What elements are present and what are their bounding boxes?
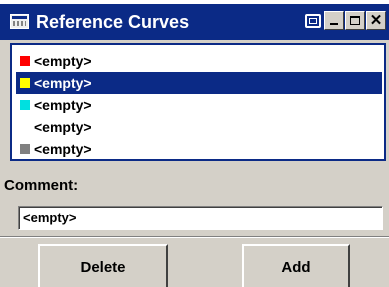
curve-label: <empty>: [34, 119, 92, 135]
list-item-curve-5[interactable]: <empty>: [16, 138, 382, 160]
list-item-curve-1[interactable]: <empty>: [16, 50, 382, 72]
delete-button[interactable]: Delete: [38, 244, 168, 287]
print-button[interactable]: [303, 11, 323, 30]
curve-label: <empty>: [34, 141, 92, 157]
list-item-curve-3[interactable]: <empty>: [16, 94, 382, 116]
curve-color-swatch: [20, 144, 30, 154]
list-item-curve-2[interactable]: <empty>: [16, 72, 382, 94]
printer-icon: [305, 13, 321, 28]
reference-curves-window: Reference Curves ✕ <empty> <empty> <empt…: [0, 4, 389, 287]
maximize-button[interactable]: [345, 11, 365, 30]
comment-field[interactable]: <empty>: [18, 206, 383, 230]
curve-label: <empty>: [34, 75, 92, 91]
app-window-icon: [10, 14, 29, 29]
close-button[interactable]: ✕: [366, 11, 386, 30]
close-icon: ✕: [369, 12, 383, 29]
curve-color-swatch: [20, 100, 30, 110]
curve-color-swatch: [20, 78, 30, 88]
window-title: Reference Curves: [36, 12, 190, 32]
curve-label: <empty>: [34, 97, 92, 113]
list-item-curve-4[interactable]: <empty>: [16, 116, 382, 138]
maximize-icon: [350, 16, 360, 25]
curve-color-swatch: [20, 56, 30, 66]
curve-label: <empty>: [34, 53, 92, 69]
minimize-button[interactable]: [324, 11, 344, 30]
title-bar[interactable]: Reference Curves ✕: [0, 4, 389, 40]
reference-curves-list[interactable]: <empty> <empty> <empty> <empty> <empty>: [10, 43, 386, 161]
minimize-icon: [330, 23, 338, 25]
divider: [0, 236, 389, 238]
add-button[interactable]: Add: [242, 244, 350, 287]
comment-label: Comment:: [4, 177, 79, 194]
